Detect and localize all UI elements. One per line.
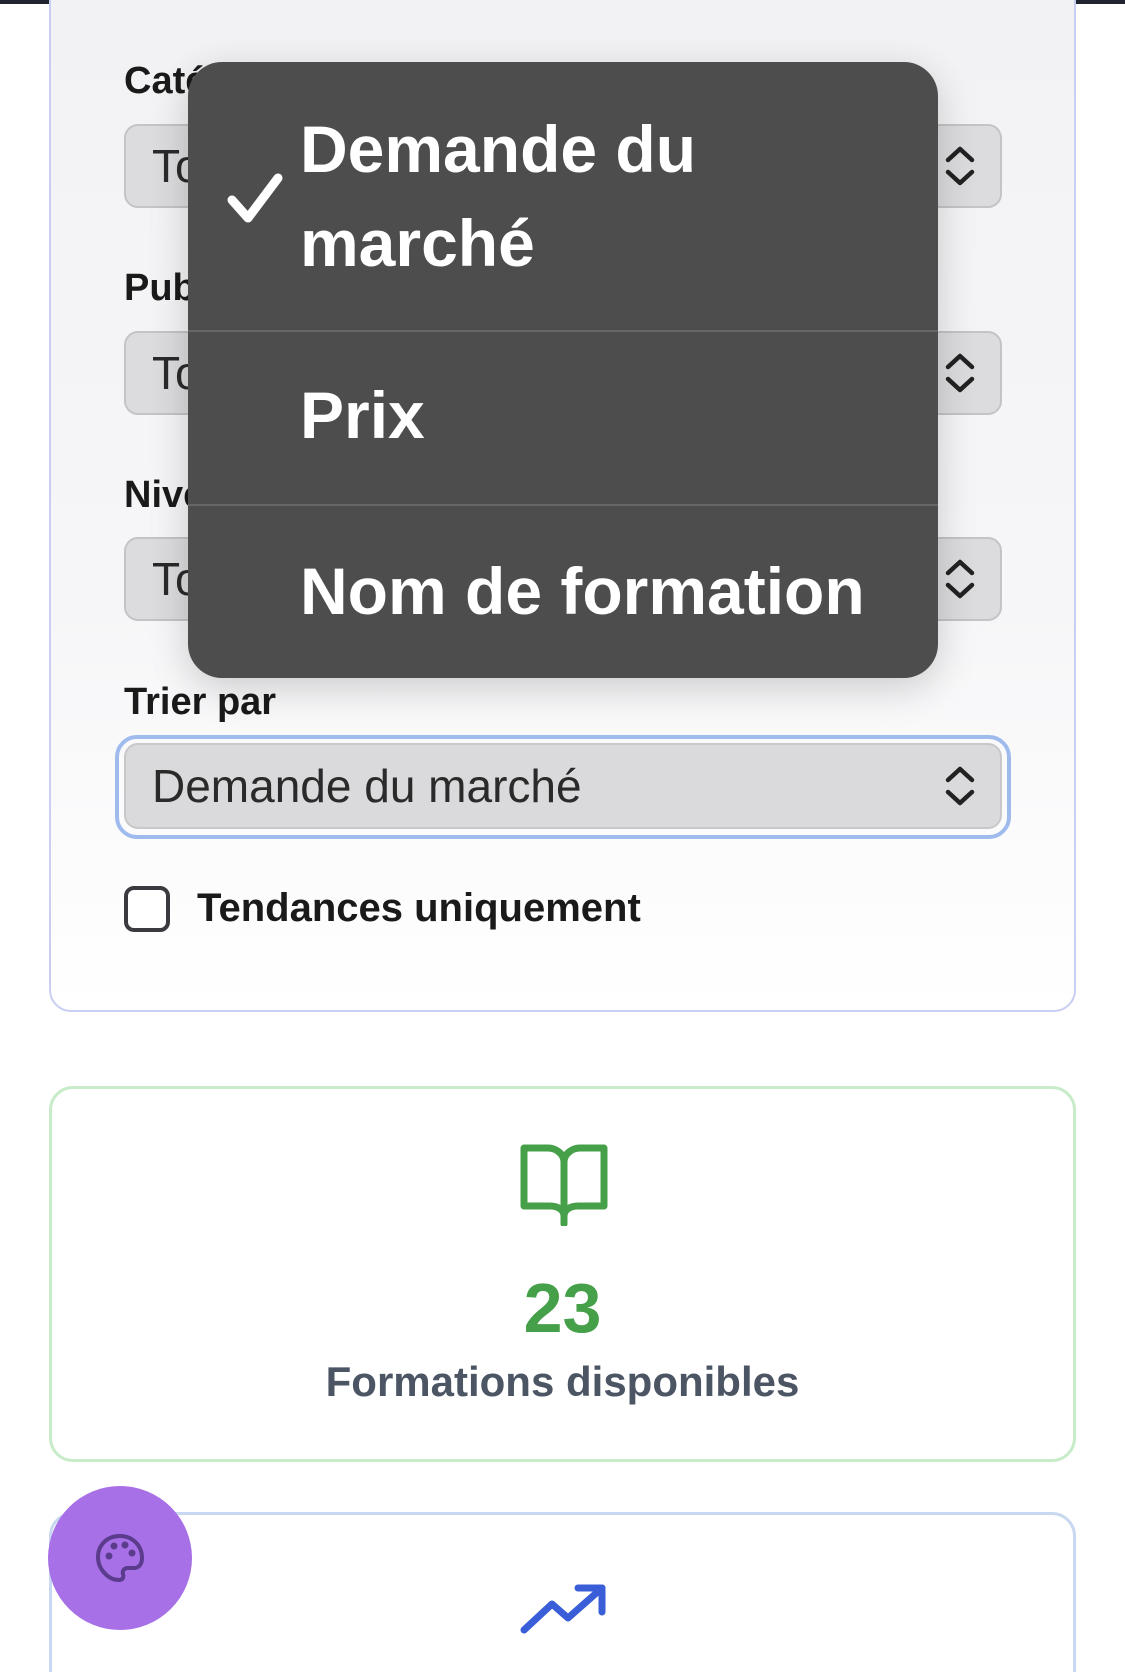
sort-label: Trier par (124, 681, 277, 723)
formations-label: Formations disponibles (325, 1358, 800, 1405)
chevron-up-down-icon (945, 559, 975, 599)
trending-only-label[interactable]: Tendances uniquement (197, 886, 641, 931)
trending-only-checkbox[interactable] (124, 886, 170, 932)
page: Catégorie Toutes Public Tous Niveau Tous… (0, 0, 1125, 1672)
sort-option-prix[interactable]: Prix (188, 332, 938, 504)
chevron-up-down-icon (945, 353, 975, 393)
sort-option-label: Nom de formation (300, 554, 865, 628)
formations-count: 23 (523, 1269, 602, 1347)
sort-option-nom[interactable]: Nom de formation (188, 506, 938, 678)
chevron-up-down-icon (945, 146, 975, 186)
sort-select[interactable]: Demande du marché (124, 743, 1002, 829)
book-open-icon (520, 1144, 608, 1226)
sort-option-demande[interactable]: Demande du marché (188, 62, 938, 330)
theme-fab-button[interactable] (48, 1486, 192, 1630)
sort-option-label: Prix (300, 378, 425, 452)
sort-select-value: Demande du marché (152, 760, 582, 812)
checkmark-icon (227, 173, 283, 223)
palette-icon (96, 1534, 144, 1582)
sort-option-label: Demande du marché (300, 112, 697, 280)
sort-dropdown-menu: Demande du marché Prix Nom de formation (188, 62, 938, 678)
chevron-up-down-icon (945, 766, 975, 806)
trending-up-icon (520, 1584, 606, 1634)
